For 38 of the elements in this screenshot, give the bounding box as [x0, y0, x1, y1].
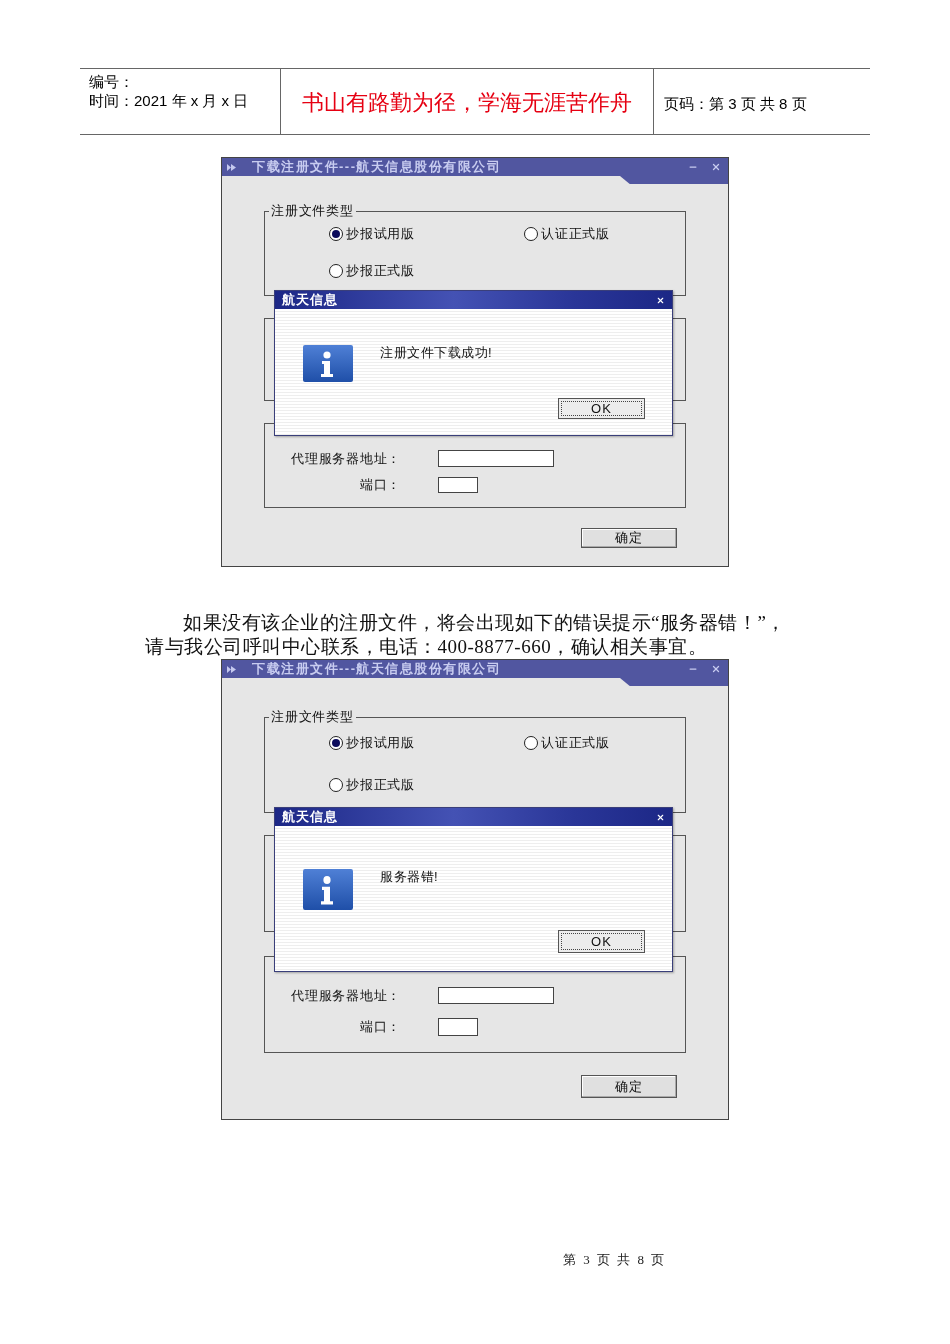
group-label: 注册文件类型: [269, 709, 356, 725]
input-field[interactable]: [438, 1018, 478, 1036]
field-label: 代理服务器地址：: [291, 987, 401, 1004]
radio-option[interactable]: 抄报正式版: [329, 777, 415, 793]
field-label: 端口：: [359, 477, 401, 493]
ok-button[interactable]: OK: [558, 398, 645, 419]
close-icon[interactable]: [656, 812, 665, 822]
confirm-button[interactable]: 确定: [581, 1075, 677, 1098]
window-title: 下载注册文件---航天信息股份有限公司: [252, 661, 502, 677]
window-icon: [227, 665, 236, 673]
message-title: 航天信息: [282, 292, 338, 308]
field-label: 端口：: [359, 1019, 401, 1035]
group-label: 注册文件类型: [269, 203, 356, 219]
message-text: 注册文件下载成功!: [380, 345, 493, 361]
radio-option[interactable]: 抄报试用版: [329, 735, 415, 751]
page-info: 页码：第 3 页 共 8 页: [664, 93, 807, 113]
confirm-button[interactable]: 确定: [581, 528, 677, 548]
radio-option[interactable]: 认证正式版: [524, 735, 610, 751]
radio-option[interactable]: 抄报试用版: [329, 226, 415, 242]
window-title: 下载注册文件---航天信息股份有限公司: [252, 159, 502, 175]
field-label: 代理服务器地址：: [291, 450, 401, 467]
info-icon: [303, 869, 353, 910]
body-paragraph: 如果没有该企业的注册文件，将会出现如下的错误提示“服务器错！”，请与我公司呼叫中心联系，电话：400-8877-660，确认相关事宜。: [145, 611, 787, 659]
window-icon: [227, 163, 236, 171]
ok-button[interactable]: OK: [558, 930, 645, 953]
header-motto: 书山有路勤为径，学海无涯苦作舟: [302, 90, 632, 116]
input-field[interactable]: [438, 477, 478, 493]
close-icon[interactable]: [656, 295, 665, 305]
message-text: 服务器错!: [380, 869, 439, 885]
document-number-label: 编号：: [89, 72, 134, 91]
radio-option[interactable]: 认证正式版: [524, 226, 610, 242]
info-icon: [303, 345, 353, 382]
input-field[interactable]: [438, 450, 554, 467]
message-title: 航天信息: [282, 809, 338, 825]
input-field[interactable]: [438, 987, 554, 1004]
document-date: 时间：2021 年 x 月 x 日: [89, 91, 249, 110]
radio-option[interactable]: 抄报正式版: [329, 263, 415, 279]
page-number: 第 3 页 共 8 页: [563, 1252, 667, 1268]
